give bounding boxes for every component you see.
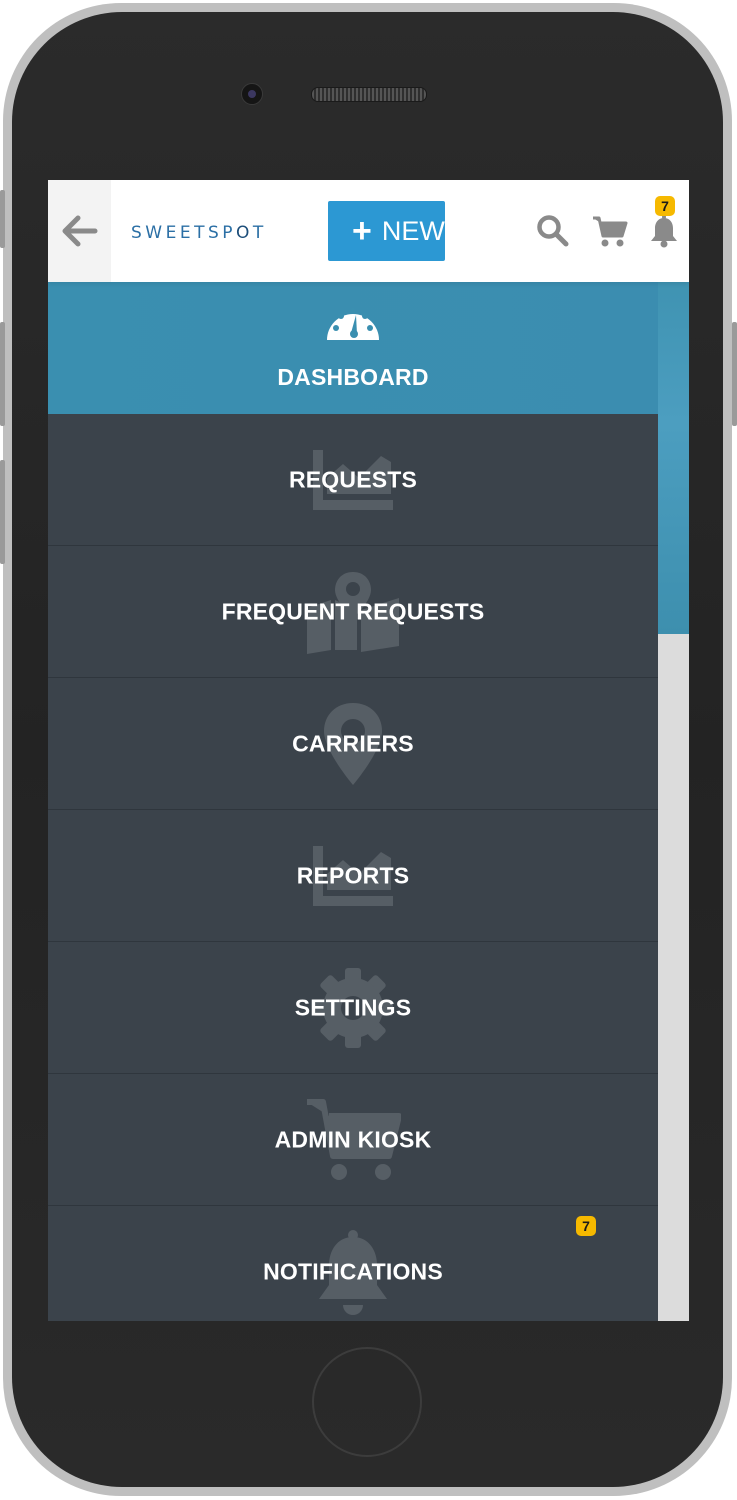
menu-item-label: CARRIERS: [292, 730, 414, 756]
menu-item-admin-kiosk[interactable]: ADMIN KIOSK: [48, 1074, 658, 1206]
phone-mute-switch: [0, 190, 5, 248]
menu-item-dashboard[interactable]: DASHBOARD: [48, 282, 658, 414]
app-screen: SWEETSP O T + NEW 7 DASHBOARD REQUESTS F…: [48, 180, 689, 1321]
bell-icon[interactable]: [649, 214, 679, 248]
logo-text-end: T: [252, 223, 267, 243]
dashboard-background-panel: [656, 282, 689, 634]
notifications-count-badge: 7: [576, 1216, 596, 1236]
phone-power-button: [732, 322, 737, 426]
menu-item-label: SETTINGS: [294, 994, 412, 1020]
arrow-left-icon: [62, 215, 97, 247]
cart-icon[interactable]: [591, 214, 629, 248]
menu-item-frequent-requests[interactable]: FREQUENT REQUESTS: [48, 546, 658, 678]
logo-text-part: SWEETSP: [131, 223, 237, 243]
new-button-label: NEW: [381, 215, 445, 246]
plus-icon: +: [352, 212, 372, 250]
menu-item-label: FREQUENT REQUESTS: [221, 598, 485, 624]
content-background: [656, 634, 689, 1321]
home-button[interactable]: [312, 1347, 422, 1457]
menu-item-label: ADMIN KIOSK: [274, 1126, 432, 1152]
phone-volume-up: [0, 322, 5, 426]
dashboard-icon: [327, 308, 379, 340]
menu-item-label: REPORTS: [296, 862, 410, 888]
top-bar: SWEETSP O T + NEW 7: [48, 180, 689, 282]
menu-item-notifications[interactable]: NOTIFICATIONS 7: [48, 1206, 658, 1321]
back-button[interactable]: [48, 180, 111, 282]
logo-text-accent: O: [236, 223, 253, 243]
menu-item-settings[interactable]: SETTINGS: [48, 942, 658, 1074]
menu-item-label: DASHBOARD: [277, 364, 429, 390]
side-menu: DASHBOARD REQUESTS FREQUENT REQUESTS CAR…: [48, 282, 658, 1321]
menu-item-reports[interactable]: REPORTS: [48, 810, 658, 942]
front-camera: [241, 83, 263, 105]
new-button[interactable]: + NEW: [328, 201, 445, 261]
phone-volume-down: [0, 460, 5, 564]
menu-item-label: REQUESTS: [288, 466, 418, 492]
menu-item-label: NOTIFICATIONS: [263, 1258, 443, 1284]
menu-item-carriers[interactable]: CARRIERS: [48, 678, 658, 810]
menu-item-requests[interactable]: REQUESTS: [48, 414, 658, 546]
notification-count-badge: 7: [655, 196, 675, 216]
earpiece-speaker: [311, 87, 427, 102]
search-icon[interactable]: [536, 214, 570, 248]
sweetspot-logo: SWEETSP O T: [131, 222, 267, 244]
